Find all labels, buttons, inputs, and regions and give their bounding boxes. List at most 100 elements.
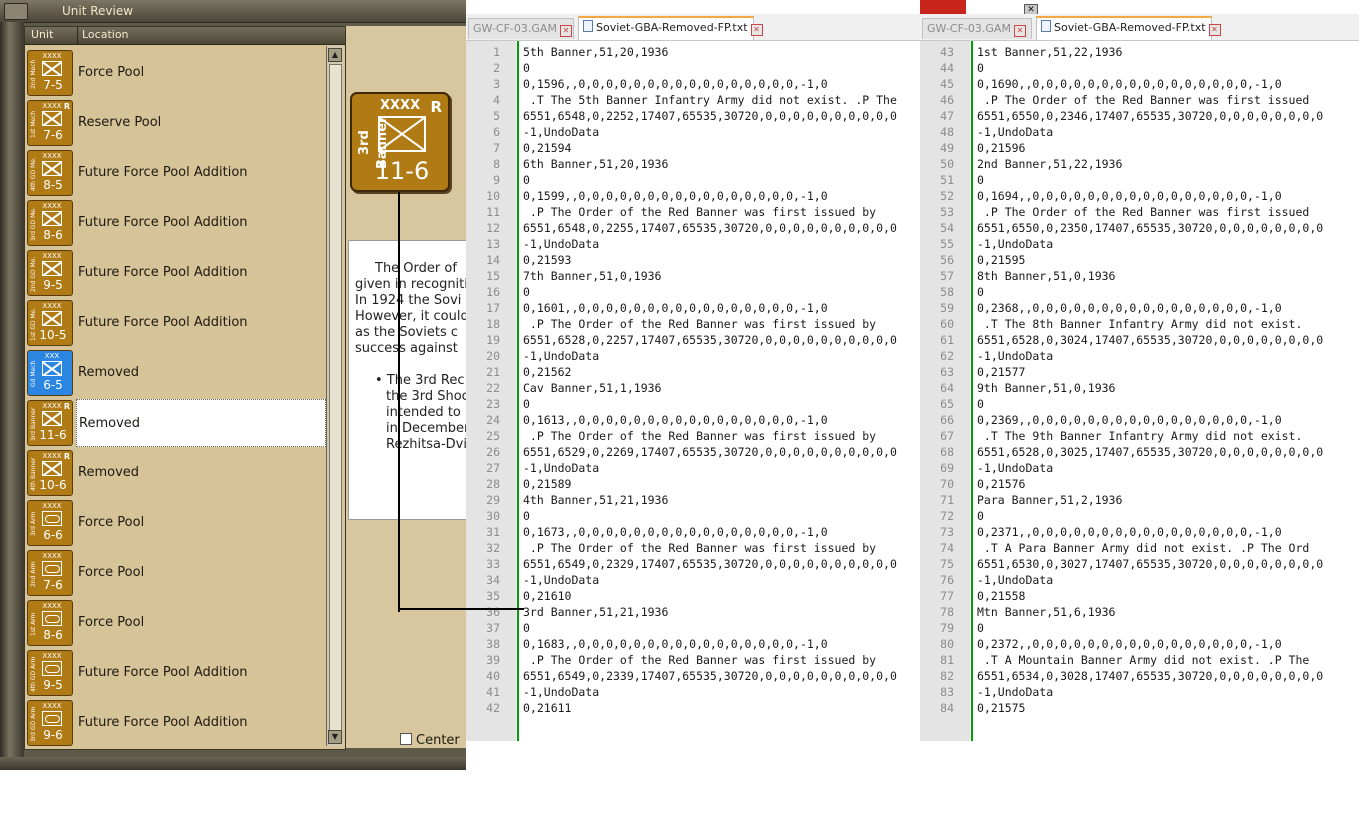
close-icon[interactable]: ✕ xyxy=(1013,25,1026,37)
code-line[interactable]: 3 0,1596,,0,0,0,0,0,0,0,0,0,0,0,0,0,0,0,0… xyxy=(466,76,920,92)
unit-counter[interactable]: 1st GD Me. XXXX 10-5 xyxy=(27,300,73,346)
code-line[interactable]: 20 -1,UndoData xyxy=(466,348,920,364)
code-line[interactable]: 25 .P The Order of the Red Banner was fi… xyxy=(466,428,920,444)
unit-location[interactable]: Removed xyxy=(76,399,326,447)
unit-counter[interactable]: 3rd Arm XXXX 6-6 xyxy=(27,500,73,546)
unit-location[interactable]: Future Force Pool Addition xyxy=(76,299,326,347)
scroll-down-button[interactable]: ▼ xyxy=(328,730,342,744)
code-line[interactable]: 23 0 xyxy=(466,396,920,412)
code-line[interactable]: 12 6551,6548,0,2255,17407,65535,30720,0,0… xyxy=(466,220,920,236)
code-line[interactable]: 38 0,1683,,0,0,0,0,0,0,0,0,0,0,0,0,0,0,0,… xyxy=(466,636,920,652)
code-line[interactable]: 77 0,21558 xyxy=(920,588,1359,604)
code-line[interactable]: 55 -1,UndoData xyxy=(920,236,1359,252)
code-line[interactable]: 16 0 xyxy=(466,284,920,300)
code-line[interactable]: 62 -1,UndoData xyxy=(920,348,1359,364)
text-lines[interactable]: 1 5th Banner,51,20,1936 2 0 3 0,1596,,0,0,0,0… xyxy=(466,44,920,716)
checkbox-box[interactable] xyxy=(400,733,412,745)
unit-location[interactable]: Future Force Pool Addition xyxy=(76,699,326,747)
text-lines[interactable]: 43 1st Banner,51,22,1936 44 0 45 0,1690,,0,0,… xyxy=(920,44,1359,716)
unit-location[interactable]: Reserve Pool xyxy=(76,99,326,147)
unit-row[interactable]: 3rd GD Arm XXXX 9-6 Future Force Pool Addit… xyxy=(25,699,325,749)
unit-counter[interactable]: 4th GD Me. XXXX 8-5 xyxy=(27,150,73,196)
code-line[interactable]: 22 Cav Banner,51,1,1936 xyxy=(466,380,920,396)
code-line[interactable]: 52 0,1694,,0,0,0,0,0,0,0,0,0,0,0,0,0,0,0,… xyxy=(920,188,1359,204)
code-line[interactable]: 21 0,21562 xyxy=(466,364,920,380)
code-line[interactable]: 76 -1,UndoData xyxy=(920,572,1359,588)
unit-row[interactable]: 1st Mech XXXX R 7-6 Reserve Pool xyxy=(25,99,325,149)
unit-counter[interactable]: 1st Arm XXXX 8-6 xyxy=(27,600,73,646)
unit-row[interactable]: Gd Mech XXX 6-5 Removed xyxy=(25,349,325,399)
code-line[interactable]: 39 .P The Order of the Red Banner was fi… xyxy=(466,652,920,668)
code-line[interactable]: 79 0 xyxy=(920,620,1359,636)
code-line[interactable]: 19 6551,6528,0,2257,17407,65535,30720,0,0… xyxy=(466,332,920,348)
unit-location[interactable]: Future Force Pool Addition xyxy=(76,649,326,697)
code-line[interactable]: 18 .P The Order of the Red Banner was fi… xyxy=(466,316,920,332)
code-line[interactable]: 70 0,21576 xyxy=(920,476,1359,492)
unit-row[interactable]: 1st GD Me. XXXX 10-5 Future Force Pool Addi… xyxy=(25,299,325,349)
close-icon[interactable]: ✕ xyxy=(750,24,763,36)
code-line[interactable]: 28 0,21589 xyxy=(466,476,920,492)
code-line[interactable]: 80 0,2372,,0,0,0,0,0,0,0,0,0,0,0,0,0,0,0,… xyxy=(920,636,1359,652)
code-line[interactable]: 60 .T The 8th Banner Infantry Army did n… xyxy=(920,316,1359,332)
code-line[interactable]: 29 4th Banner,51,21,1936 xyxy=(466,492,920,508)
unit-location[interactable]: Future Force Pool Addition xyxy=(76,199,326,247)
unit-location[interactable]: Future Force Pool Addition xyxy=(76,249,326,297)
unit-counter[interactable]: 3rd Banner XXXX R 11-6 xyxy=(27,400,73,446)
unit-row[interactable]: 4th Banner XXXX R 10-6 Removed xyxy=(25,449,325,499)
code-line[interactable]: 36 3rd Banner,51,21,1936 xyxy=(466,604,920,620)
unit-row[interactable]: 3rd Banner XXXX R 11-6 Removed xyxy=(25,399,326,449)
code-line[interactable]: 24 0,1613,,0,0,0,0,0,0,0,0,0,0,0,0,0,0,0,… xyxy=(466,412,920,428)
code-line[interactable]: 32 .P The Order of the Red Banner was fi… xyxy=(466,540,920,556)
unit-counter[interactable]: 2nd Arm XXXX 7-6 xyxy=(27,550,73,596)
code-line[interactable]: 43 1st Banner,51,22,1936 xyxy=(920,44,1359,60)
code-line[interactable]: 13 -1,UndoData xyxy=(466,236,920,252)
unit-row[interactable]: 4th GD Arm XXXX 9-5 Future Force Pool Addit… xyxy=(25,649,325,699)
code-line[interactable]: 69 -1,UndoData xyxy=(920,460,1359,476)
column-header-location[interactable]: Location xyxy=(82,28,129,41)
close-icon[interactable]: ✕ xyxy=(559,25,572,37)
tab-gw-cf-03[interactable]: GW-CF-03.GAM ✕ xyxy=(922,18,1032,39)
close-icon[interactable]: ✕ xyxy=(1208,24,1221,36)
code-line[interactable]: 46 .P The Order of the Red Banner was fi… xyxy=(920,92,1359,108)
code-line[interactable]: 71 Para Banner,51,2,1936 xyxy=(920,492,1359,508)
unit-counter[interactable]: 3rd GD Arm XXXX 9-6 xyxy=(27,700,73,746)
code-line[interactable]: 17 0,1601,,0,0,0,0,0,0,0,0,0,0,0,0,0,0,0,… xyxy=(466,300,920,316)
unit-row[interactable]: 3rd Arm XXXX 6-6 Force Pool xyxy=(25,499,325,549)
code-line[interactable]: 6 -1,UndoData xyxy=(466,124,920,140)
tab-gw-cf-03[interactable]: GW-CF-03.GAM ✕ xyxy=(468,18,574,39)
code-line[interactable]: 74 .T A Para Banner Army did not exist. … xyxy=(920,540,1359,556)
unit-location[interactable]: Removed xyxy=(76,449,326,497)
tab-soviet-gba-removed-fp[interactable]: Soviet-GBA-Removed-FP.txt ✕ xyxy=(1036,16,1221,40)
unit-location[interactable]: Future Force Pool Addition xyxy=(76,149,326,197)
unit-location[interactable]: Force Pool xyxy=(76,599,326,647)
code-line[interactable]: 4 .T The 5th Banner Infantry Army did no… xyxy=(466,92,920,108)
unit-location[interactable]: Removed xyxy=(76,349,326,397)
code-line[interactable]: 58 0 xyxy=(920,284,1359,300)
code-line[interactable]: 57 8th Banner,51,0,1936 xyxy=(920,268,1359,284)
unit-counter[interactable]: 2nd Mech XXXX 7-5 xyxy=(27,50,73,96)
code-line[interactable]: 45 0,1690,,0,0,0,0,0,0,0,0,0,0,0,0,0,0,0,… xyxy=(920,76,1359,92)
unit-counter[interactable]: 3rd GD Me. XXXX 8-6 xyxy=(27,200,73,246)
code-line[interactable]: 63 0,21577 xyxy=(920,364,1359,380)
code-line[interactable]: 8 6th Banner,51,20,1936 xyxy=(466,156,920,172)
code-line[interactable]: 30 0 xyxy=(466,508,920,524)
code-line[interactable]: 7 0,21594 xyxy=(466,140,920,156)
code-line[interactable]: 33 6551,6549,0,2329,17407,65535,30720,0,0… xyxy=(466,556,920,572)
code-line[interactable]: 84 0,21575 xyxy=(920,700,1359,716)
code-line[interactable]: 27 -1,UndoData xyxy=(466,460,920,476)
code-line[interactable]: 81 .T A Mountain Banner Army did not exi… xyxy=(920,652,1359,668)
code-line[interactable]: 49 0,21596 xyxy=(920,140,1359,156)
code-line[interactable]: 31 0,1673,,0,0,0,0,0,0,0,0,0,0,0,0,0,0,0,… xyxy=(466,524,920,540)
unit-counter[interactable]: Gd Mech XXX 6-5 xyxy=(27,350,73,396)
code-line[interactable]: 75 6551,6530,0,3027,17407,65535,30720,0,0… xyxy=(920,556,1359,572)
unit-location[interactable]: Force Pool xyxy=(76,549,326,597)
unit-row[interactable]: 2nd Mech XXXX 7-5 Force Pool xyxy=(25,49,325,99)
code-line[interactable]: 26 6551,6529,0,2269,17407,65535,30720,0,0… xyxy=(466,444,920,460)
code-line[interactable]: 35 0,21610 xyxy=(466,588,920,604)
code-line[interactable]: 34 -1,UndoData xyxy=(466,572,920,588)
unit-counter[interactable]: 1st Mech XXXX R 7-6 xyxy=(27,100,73,146)
code-line[interactable]: 59 0,2368,,0,0,0,0,0,0,0,0,0,0,0,0,0,0,0,… xyxy=(920,300,1359,316)
code-line[interactable]: 47 6551,6550,0,2346,17407,65535,30720,0,0… xyxy=(920,108,1359,124)
code-line[interactable]: 56 0,21595 xyxy=(920,252,1359,268)
scroll-up-button[interactable]: ▲ xyxy=(328,48,342,62)
